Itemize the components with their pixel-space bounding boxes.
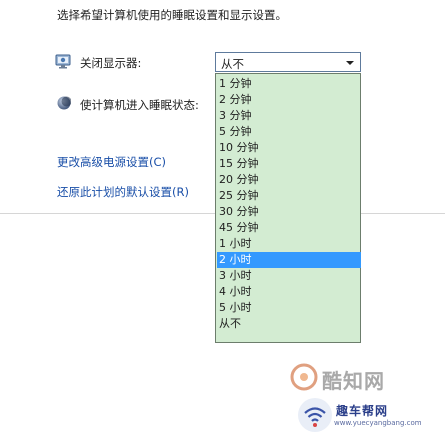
display-off-selected-value: 从不 <box>221 57 244 71</box>
dropdown-option[interactable]: 10 分钟 <box>217 140 361 156</box>
site-url-watermark: www.yuecyangbang.com <box>334 419 422 427</box>
dropdown-option[interactable]: 20 分钟 <box>217 172 361 188</box>
advanced-power-settings-link[interactable]: 更改高级电源设置(C) <box>57 154 166 170</box>
moon-sleep-icon <box>57 96 71 110</box>
dropdown-option[interactable]: 1 分钟 <box>217 76 361 92</box>
dropdown-option[interactable]: 30 分钟 <box>217 204 361 220</box>
site-name-watermark: 趣车帮网 <box>336 404 389 418</box>
dropdown-option[interactable]: 3 分钟 <box>217 108 361 124</box>
dropdown-option[interactable]: 2 分钟 <box>217 92 361 108</box>
display-off-label: 关闭显示器: <box>80 56 142 70</box>
dropdown-option[interactable]: 5 分钟 <box>217 124 361 140</box>
dropdown-option[interactable]: 4 小时 <box>217 284 361 300</box>
dropdown-option[interactable]: 25 分钟 <box>217 188 361 204</box>
dropdown-option[interactable]: 1 小时 <box>217 236 361 252</box>
wifi-logo-icon <box>298 398 332 432</box>
display-off-combobox[interactable]: 从不 <box>215 52 361 72</box>
dropdown-option[interactable]: 15 分钟 <box>217 156 361 172</box>
dropdown-option[interactable]: 从不 <box>217 316 361 332</box>
chevron-down-icon[interactable] <box>346 61 354 65</box>
display-off-dropdown-list[interactable]: 1 分钟 2 分钟 3 分钟 5 分钟 10 分钟 15 分钟 20 分钟 25… <box>215 73 361 343</box>
monitor-icon <box>55 54 71 69</box>
dropdown-option-highlighted[interactable]: 2 小时 <box>217 252 361 268</box>
dropdown-option[interactable]: 45 分钟 <box>217 220 361 236</box>
dropdown-option[interactable]: 3 小时 <box>217 268 361 284</box>
dropdown-option[interactable]: 5 小时 <box>217 300 361 316</box>
brand-logo-icon <box>290 363 318 391</box>
brand-watermark: 酷知网 <box>322 369 385 393</box>
sleep-label: 使计算机进入睡眠状态: <box>80 98 199 112</box>
settings-intro-text: 选择希望计算机使用的睡眠设置和显示设置。 <box>57 8 287 22</box>
restore-defaults-link[interactable]: 还原此计划的默认设置(R) <box>57 184 189 200</box>
